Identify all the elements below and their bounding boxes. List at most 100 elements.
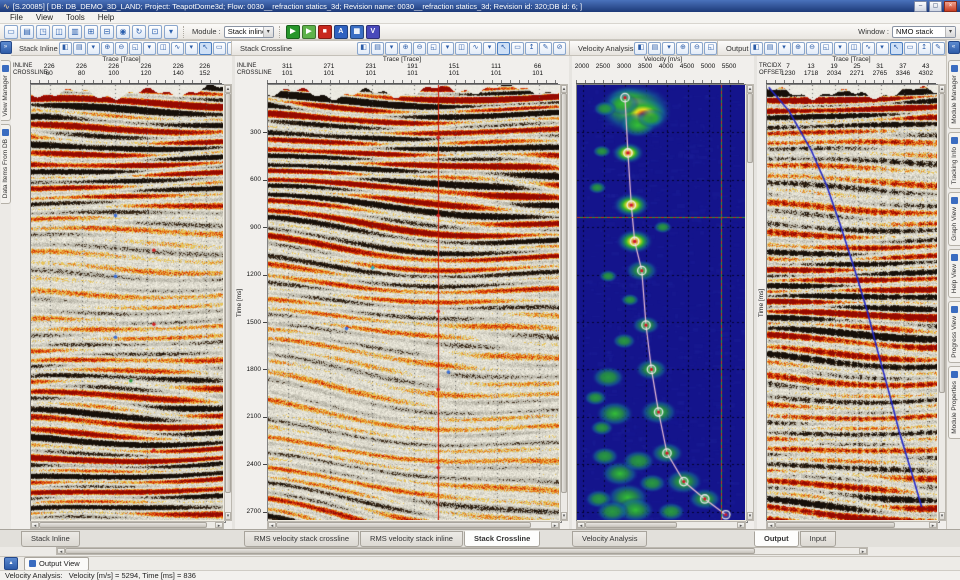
stop-flow-icon[interactable]: ■ [318, 25, 332, 39]
bottom-tab-stack-crossline[interactable]: Stack Crossline [464, 531, 540, 547]
scroll-left-icon[interactable]: ◂ [577, 522, 585, 528]
scroll-right-icon[interactable]: ▸ [929, 522, 937, 528]
horizontal-scrollbar[interactable]: ◂▸ [766, 521, 938, 529]
zoom-rect-icon[interactable]: ◱ [427, 42, 440, 55]
overlay-caret-icon[interactable]: ▾ [876, 42, 889, 55]
zoom-in-icon[interactable]: ⊕ [399, 42, 412, 55]
trace-display-icon[interactable]: ▤ [371, 42, 384, 55]
vertical-scrollbar[interactable]: ▴▾ [746, 84, 754, 521]
scroll-thumb[interactable] [39, 522, 207, 528]
rubber-band-icon[interactable]: ▭ [213, 42, 226, 55]
right-tab-graph-view[interactable]: Graph View [948, 192, 960, 246]
scroll-right-icon[interactable]: ▸ [859, 548, 867, 554]
trace-display-icon[interactable]: ▤ [648, 42, 661, 55]
rubber-band-icon[interactable]: ▭ [904, 42, 917, 55]
tile-windows-icon[interactable]: ◫ [52, 25, 66, 39]
zoom-in-icon[interactable]: ⊕ [101, 42, 114, 55]
close-button[interactable]: × [944, 1, 957, 12]
zoom-in-icon[interactable]: ⊕ [792, 42, 805, 55]
edit-picks-icon[interactable]: ✎ [932, 42, 945, 55]
maximize-button[interactable]: ▢ [929, 1, 942, 12]
horizontal-scrollbar[interactable]: ◂▸ [30, 521, 224, 529]
overlay-caret-icon[interactable]: ▾ [483, 42, 496, 55]
layout-icon[interactable]: ⊡ [148, 25, 162, 39]
split-view-icon[interactable]: ◫ [455, 42, 468, 55]
scroll-track[interactable] [775, 522, 929, 528]
horizontal-scrollbar[interactable]: ◂▸ [267, 521, 560, 529]
open-display-icon[interactable]: ▤ [20, 25, 34, 39]
scroll-left-icon[interactable]: ◂ [268, 522, 276, 528]
scroll-up-icon[interactable]: ▴ [939, 85, 945, 93]
scroll-right-icon[interactable]: ▸ [737, 522, 745, 528]
display-settings-icon[interactable]: ◧ [357, 42, 370, 55]
output-view-tab[interactable]: Output View [24, 557, 89, 571]
zoom-caret-icon[interactable]: ▾ [441, 42, 454, 55]
scroll-down-icon[interactable]: ▾ [225, 512, 231, 520]
scroll-track[interactable] [585, 522, 737, 528]
pointer-icon[interactable]: ↖ [890, 42, 903, 55]
scroll-track[interactable] [276, 522, 551, 528]
refresh-icon[interactable]: ↻ [132, 25, 146, 39]
bottom-tab-stack-inline[interactable]: Stack Inline [21, 531, 80, 547]
edit-picks-icon[interactable]: ✎ [539, 42, 552, 55]
scroll-track[interactable] [225, 93, 231, 512]
link-views-icon[interactable]: ⊞ [84, 25, 98, 39]
vertical-scrollbar[interactable]: ▴▾ [224, 84, 232, 521]
display-settings-icon[interactable]: ◧ [634, 42, 647, 55]
scroll-left-icon[interactable]: ◂ [767, 522, 775, 528]
trace-display-icon[interactable]: ▤ [764, 42, 777, 55]
scroll-down-icon[interactable]: ▾ [747, 512, 753, 520]
table-view-icon[interactable]: ▦ [350, 25, 364, 39]
minimize-button[interactable]: – [914, 1, 927, 12]
right-tab-module-manager[interactable]: Module Manager [948, 60, 960, 129]
scroll-left-icon[interactable]: ◂ [57, 548, 65, 554]
abort-flow-icon[interactable]: A [334, 25, 348, 39]
snapshot-icon[interactable]: ◉ [116, 25, 130, 39]
export-picks-icon[interactable]: ↥ [525, 42, 538, 55]
new-display-icon[interactable]: ▭ [4, 25, 18, 39]
display-caret-icon[interactable]: ▾ [778, 42, 791, 55]
velocity-semblance-plot[interactable] [576, 84, 748, 523]
zoom-out-icon[interactable]: ⊖ [690, 42, 703, 55]
scroll-right-icon[interactable]: ▸ [551, 522, 559, 528]
display-caret-icon[interactable]: ▾ [87, 42, 100, 55]
vertical-scrollbar[interactable]: ▴▾ [560, 84, 568, 521]
menu-tools[interactable]: Tools [60, 12, 91, 23]
bottom-tab-velocity-analysis[interactable]: Velocity Analysis [572, 531, 647, 547]
scroll-thumb[interactable] [561, 93, 567, 493]
wiggle-overlay-icon[interactable]: ∿ [171, 42, 184, 55]
right-tab-help-view[interactable]: Help View [948, 249, 960, 298]
display-caret-icon[interactable]: ▾ [662, 42, 675, 55]
horizontal-scrollbar[interactable]: ◂▸ [576, 521, 746, 529]
scroll-up-icon[interactable]: ▴ [225, 85, 231, 93]
pointer-icon[interactable]: ↖ [497, 42, 510, 55]
menu-file[interactable]: File [4, 12, 29, 23]
run-module-icon[interactable]: ▶ [302, 25, 316, 39]
right-tab-progress-view[interactable]: Progress View [948, 301, 960, 363]
zoom-in-icon[interactable]: ⊕ [676, 42, 689, 55]
wiggle-overlay-icon[interactable]: ∿ [862, 42, 875, 55]
left-tab-view-manager[interactable]: View Manager [1, 60, 11, 121]
menu-view[interactable]: View [30, 12, 59, 23]
right-tab-tracking-info[interactable]: Tracking Info [948, 132, 960, 189]
left-collapse-button[interactable]: » [0, 41, 12, 54]
scroll-up-icon[interactable]: ▴ [747, 85, 753, 93]
display-settings-icon[interactable]: ◧ [750, 42, 763, 55]
right-collapse-button[interactable]: « [948, 41, 960, 54]
run-flow-icon[interactable]: ▶ [286, 25, 300, 39]
menu-help[interactable]: Help [92, 12, 120, 23]
zoom-out-icon[interactable]: ⊖ [115, 42, 128, 55]
scroll-track[interactable] [561, 93, 567, 512]
trace-display-icon[interactable]: ▤ [73, 42, 86, 55]
module-combo[interactable]: Stack inline ▾ [224, 26, 274, 38]
erase-picks-icon[interactable]: ⊘ [553, 42, 566, 55]
split-view-icon[interactable]: ◫ [157, 42, 170, 55]
bottom-tab-input[interactable]: Input [800, 531, 837, 547]
scroll-thumb[interactable] [939, 93, 945, 393]
bottom-tab-output[interactable]: Output [754, 531, 799, 547]
window-combo[interactable]: NMO stack ▾ [892, 26, 956, 38]
save-display-icon[interactable]: ◳ [36, 25, 50, 39]
workspace-horizontal-scrollbar[interactable]: ◂▸ [56, 547, 868, 555]
unlink-views-icon[interactable]: ⊟ [100, 25, 114, 39]
stack-inline-plot[interactable] [30, 84, 226, 523]
